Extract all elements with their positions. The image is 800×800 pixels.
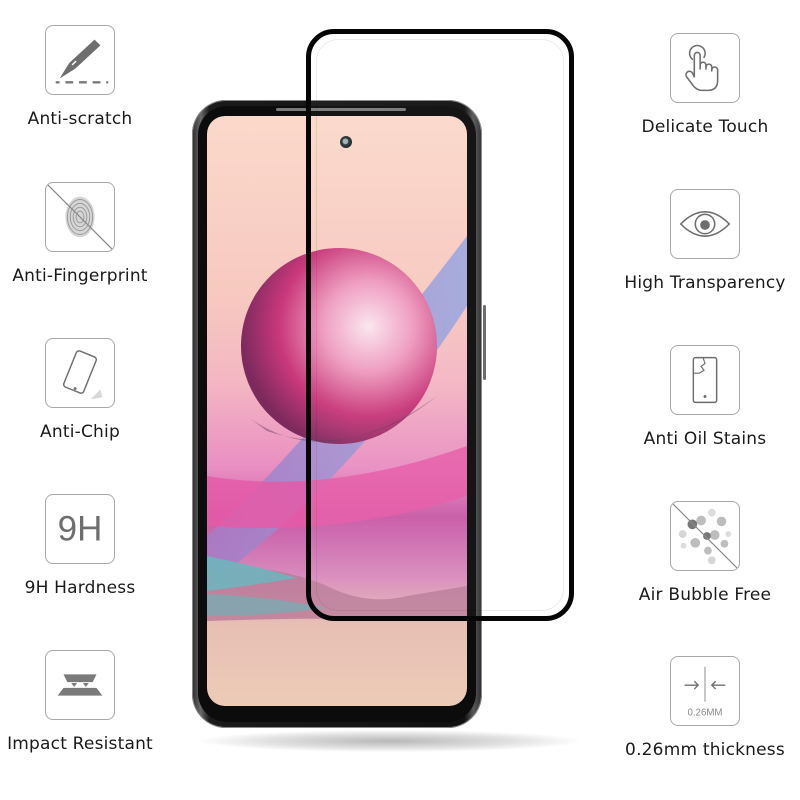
scalpel-icon	[45, 25, 115, 95]
touch-hand-icon	[670, 33, 740, 103]
layers-impact-icon	[45, 650, 115, 720]
fingerprint-crossed-icon	[45, 182, 115, 252]
feature-label: Anti-scratch	[27, 109, 133, 129]
thickness-icon-text: 0.26MM	[687, 707, 722, 718]
feature-label: Anti-Chip	[40, 422, 120, 442]
feature-high-transparency: High Transparency	[610, 189, 800, 293]
feature-label: 9H Hardness	[24, 578, 136, 598]
feature-label: Impact Resistant	[7, 734, 153, 754]
eye-icon	[670, 189, 740, 259]
feature-label: Air Bubble Free	[638, 585, 772, 605]
feature-anti-fingerprint: Anti-Fingerprint	[0, 182, 175, 286]
feature-label: High Transparency	[624, 273, 786, 293]
phone-shadow	[200, 730, 580, 752]
feature-thickness: 0.26MM 0.26mm thickness	[610, 656, 800, 760]
bubbles-crossed-icon	[670, 501, 740, 571]
cracked-phone-icon	[670, 345, 740, 415]
9h-icon: 9H	[45, 494, 115, 564]
feature-impact-resistant: Impact Resistant	[0, 650, 175, 754]
feature-anti-scratch: Anti-scratch	[0, 25, 175, 129]
feature-label: Anti-Fingerprint	[12, 266, 148, 286]
product-image	[190, 25, 590, 765]
screen-protector-glass	[306, 29, 574, 621]
9h-icon-text: 9H	[58, 510, 103, 549]
feature-label: Anti Oil Stains	[643, 429, 767, 449]
phone-tilted-icon	[45, 338, 115, 408]
feature-anti-chip: Anti-Chip	[0, 338, 175, 442]
feature-delicate-touch: Delicate Touch	[610, 33, 800, 137]
feature-label: 0.26mm thickness	[625, 740, 785, 760]
feature-label: Delicate Touch	[641, 117, 769, 137]
feature-air-bubble-free: Air Bubble Free	[610, 501, 800, 605]
feature-9h-hardness: 9H 9H Hardness	[0, 494, 175, 598]
protector-glass-inner	[316, 39, 564, 611]
feature-anti-oil-stains: Anti Oil Stains	[610, 345, 800, 449]
thickness-arrows-icon: 0.26MM	[670, 656, 740, 726]
